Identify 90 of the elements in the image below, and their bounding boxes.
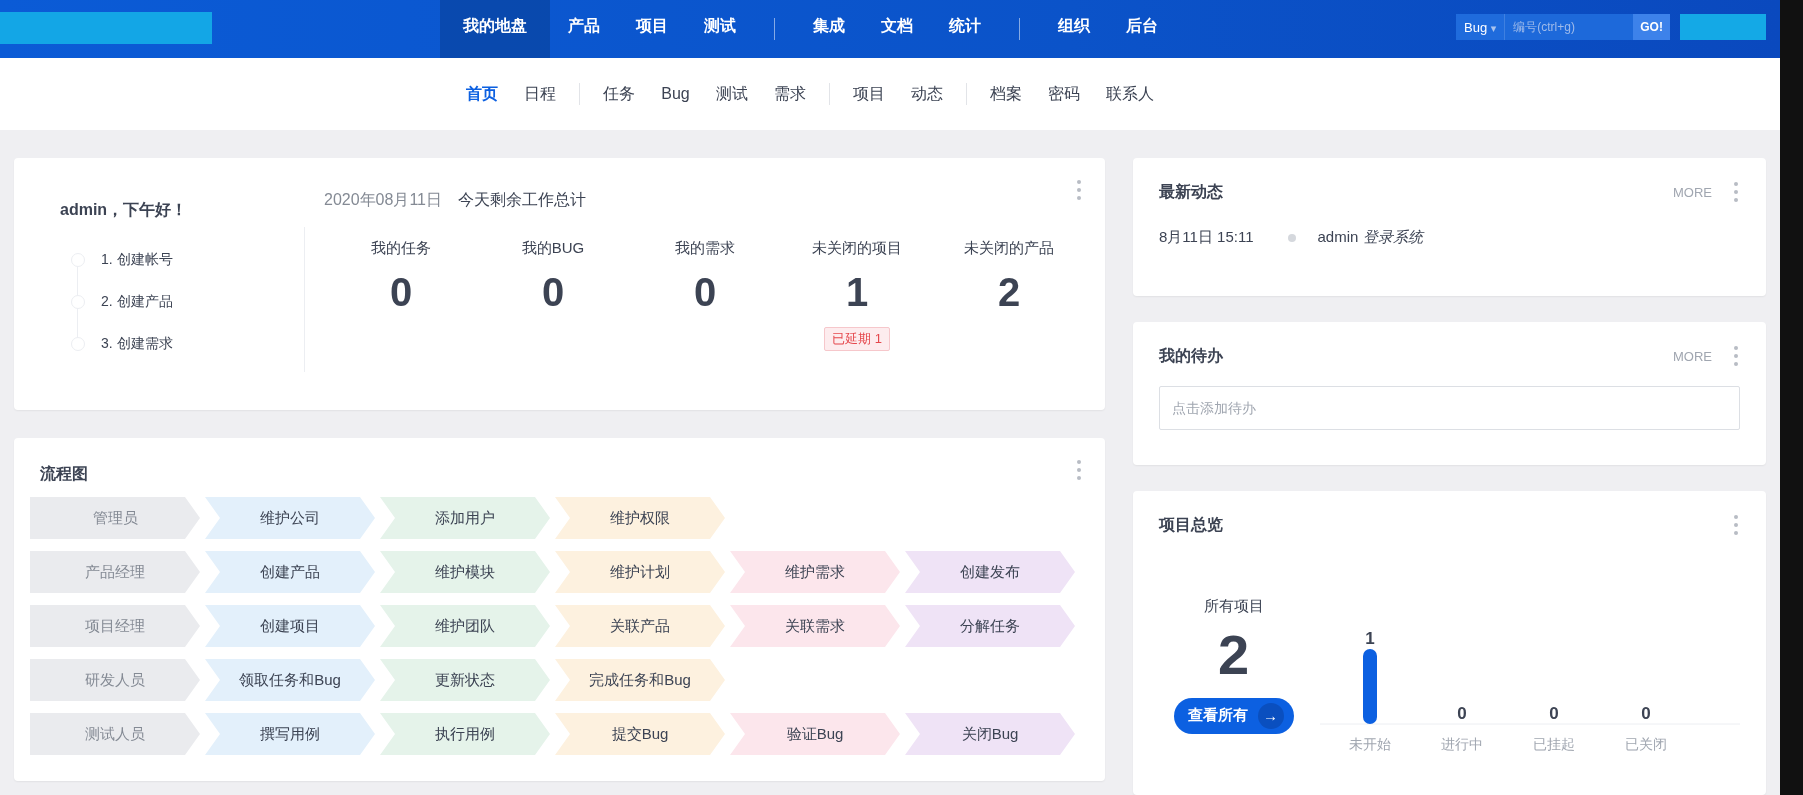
more-options-icon[interactable]	[1075, 178, 1083, 202]
card-title: 最新动态	[1159, 181, 1224, 202]
date: 2020年08月11日	[324, 190, 442, 210]
step-label: 1. 创建帐号	[101, 251, 173, 269]
flow-step: 提交Bug	[555, 713, 725, 755]
flow-step: 撰写用例	[205, 713, 375, 755]
role-step: 测试人员	[30, 713, 200, 755]
todo-input-field[interactable]: 点击添加待办	[1159, 386, 1740, 430]
overdue-badge: 已延期 1	[824, 327, 890, 351]
stat-value: 2	[997, 270, 1021, 315]
total-value: 2	[1217, 624, 1250, 686]
sub-nav-item[interactable]: 任务	[590, 83, 649, 105]
nav-item[interactable]: 组织	[1040, 0, 1108, 58]
role-step: 项目经理	[30, 605, 200, 647]
card-title: 我的待办	[1159, 345, 1224, 366]
category-label: 进行中	[1441, 736, 1483, 752]
bar-value-label: 0	[1549, 704, 1559, 723]
bar-value-label: 0	[1457, 704, 1467, 723]
sub-nav-item[interactable]: 测试	[702, 83, 761, 105]
flow-step: 创建产品	[205, 551, 375, 593]
flow-step: 关联产品	[555, 605, 725, 647]
flow-step: 更新状态	[380, 659, 550, 701]
flow-step: 关联需求	[730, 605, 900, 647]
flow-step: 关闭Bug	[905, 713, 1075, 755]
sub-nav-item[interactable]: 档案	[976, 83, 1035, 105]
sub-nav-item[interactable]: 联系人	[1092, 83, 1167, 105]
category-label: 未开始	[1349, 736, 1391, 752]
flow-step: 维护公司	[205, 497, 375, 539]
sub-nav-item[interactable]: 首页	[453, 83, 512, 105]
nav-item[interactable]: 我的地盘	[440, 0, 550, 58]
stat-label: 未关闭的项目	[812, 239, 902, 258]
stat-value: 0	[389, 270, 413, 315]
stat-value: 0	[693, 270, 717, 315]
stat-label: 我的任务	[371, 239, 431, 258]
nav-item[interactable]: 后台	[1108, 0, 1176, 58]
flow-step: 创建发布	[905, 551, 1075, 593]
summary-title: 今天剩余工作总计	[458, 190, 586, 210]
flow-step: 完成任务和Bug	[555, 659, 725, 701]
bar-value-label: 1	[1365, 629, 1375, 648]
flow-step: 维护计划	[555, 551, 725, 593]
bar-value-label: 0	[1641, 704, 1651, 723]
activity-text: admin 登录系统	[1317, 228, 1423, 247]
view-all-button[interactable]: 查看所有 →	[1173, 697, 1294, 734]
category-label: 已挂起	[1533, 736, 1575, 752]
sub-nav-item[interactable]: 项目	[839, 83, 898, 105]
stat-value: 0	[541, 270, 565, 315]
flow-step: 维护权限	[555, 497, 725, 539]
sub-nav-item[interactable]: 动态	[897, 83, 956, 105]
role-step: 研发人员	[30, 659, 200, 701]
sub-nav-item[interactable]: 日程	[511, 83, 570, 105]
nav-item[interactable]: 测试	[686, 0, 754, 58]
activity-time: 8月11日 15:11	[1159, 228, 1254, 247]
search-field[interactable]: 编号(ctrl+g)	[1504, 14, 1634, 40]
stat-label: 我的需求	[675, 239, 735, 258]
step-label: 2. 创建产品	[101, 293, 173, 311]
nav-item[interactable]: 文档	[863, 0, 931, 58]
more-options-icon[interactable]	[1075, 458, 1083, 482]
role-step: 产品经理	[30, 551, 200, 593]
flow-step: 创建项目	[205, 605, 375, 647]
stat-label: 我的BUG	[521, 239, 585, 258]
category-label: 已关闭	[1625, 736, 1667, 752]
nav-item[interactable]: 统计	[931, 0, 999, 58]
flow-step: 维护需求	[730, 551, 900, 593]
flow-step: 领取任务和Bug	[205, 659, 375, 701]
more-options-icon[interactable]	[1732, 344, 1740, 368]
flow-step: 验证Bug	[730, 713, 900, 755]
flow-step: 执行用例	[380, 713, 550, 755]
more-options-icon[interactable]	[1732, 513, 1740, 537]
flow-step: 维护团队	[380, 605, 550, 647]
more-options-icon[interactable]	[1732, 180, 1740, 204]
greeting: admin，下午好！	[60, 200, 189, 220]
step-label: 3. 创建需求	[101, 335, 173, 353]
card-title: 流程图	[39, 464, 88, 484]
sub-nav-item[interactable]: Bug	[648, 85, 703, 103]
flow-step: 添加用户	[380, 497, 550, 539]
sub-nav-item[interactable]: 需求	[760, 83, 819, 105]
search-type-dropdown[interactable]: Bug ▾	[1456, 14, 1505, 40]
flow-step: 维护模块	[380, 551, 550, 593]
stat-label: 未关闭的产品	[964, 239, 1054, 258]
sub-nav-item[interactable]: 密码	[1034, 83, 1093, 105]
total-label: 所有项目	[1203, 597, 1264, 616]
nav-item[interactable]: 项目	[618, 0, 686, 58]
card-title: 项目总览	[1159, 514, 1224, 535]
go-button[interactable]: GO!	[1633, 14, 1670, 40]
bullet-icon	[1287, 233, 1296, 242]
stat-value: 1	[845, 270, 869, 315]
nav-item[interactable]: 集成	[795, 0, 863, 58]
role-step: 管理员	[30, 497, 200, 539]
flow-step: 分解任务	[905, 605, 1075, 647]
nav-item[interactable]: 产品	[550, 0, 618, 58]
